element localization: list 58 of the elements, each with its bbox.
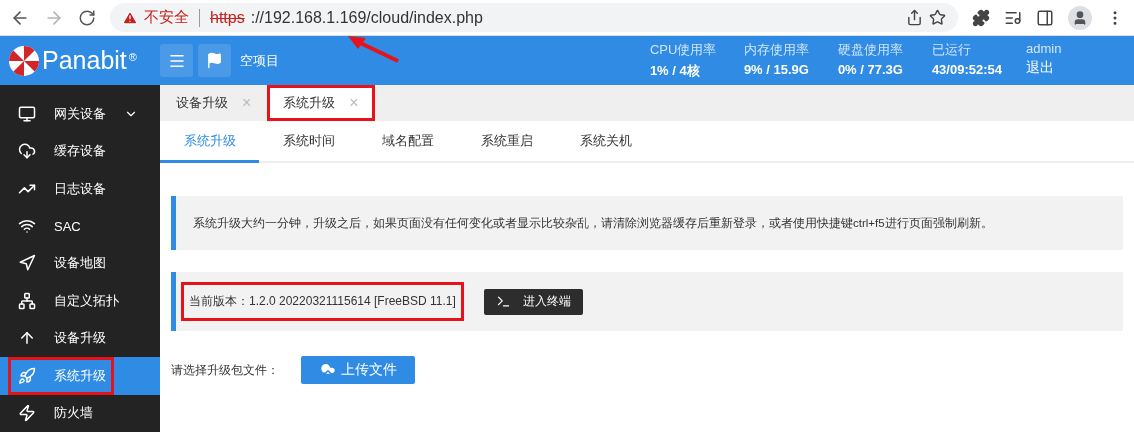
navigation-icon — [18, 254, 36, 273]
address-bar[interactable]: 不安全 https ://192.168.1.169/cloud/index.php — [110, 3, 958, 32]
stat-value: 9% / 15.9G — [743, 62, 810, 77]
stat-value: 43/09:52:54 — [931, 62, 1002, 77]
annotation-arrow — [346, 34, 402, 64]
logout-link[interactable]: 退出 — [1026, 59, 1096, 77]
upload-button[interactable]: 上传文件 — [301, 356, 415, 384]
stat-label: 内存使用率 — [743, 41, 810, 59]
logo-text: Panabit — [42, 46, 127, 75]
flag-button[interactable] — [198, 44, 231, 77]
url-scheme: https — [210, 8, 245, 27]
sidebar-item[interactable]: 缓存设备 — [0, 132, 160, 170]
cloud-download-icon — [18, 142, 36, 161]
warning-icon — [122, 9, 138, 26]
sidebar-item[interactable]: 自定义拓扑 — [0, 282, 160, 320]
sidebar-item[interactable]: 设备地图 — [0, 244, 160, 283]
sub-tab[interactable]: 域名配置 — [358, 121, 457, 163]
sub-tab[interactable]: 系统重启 — [457, 121, 556, 163]
url-text: ://192.168.1.169/cloud/index.php — [250, 8, 484, 27]
registered-mark: ® — [128, 50, 137, 63]
sub-tab[interactable]: 系统关机 — [556, 121, 655, 163]
sidebar-item[interactable]: 防火墙 — [0, 394, 160, 432]
stat-label: 硬盘使用率 — [837, 41, 904, 59]
security-label: 不安全 — [144, 8, 189, 27]
sub-tab[interactable]: 系统时间 — [259, 121, 358, 163]
reload-button[interactable] — [78, 8, 96, 27]
page-tab[interactable]: 系统升级 × — [267, 85, 375, 121]
sidebar-item[interactable]: 设备升级 — [0, 319, 160, 358]
sidebar-item[interactable]: 系统升级 — [0, 357, 160, 395]
sidebar-item[interactable]: 日志设备 — [0, 169, 160, 208]
flag-icon — [206, 52, 223, 69]
stat-value: 1% / 4核 — [649, 62, 701, 80]
puzzle-icon[interactable] — [972, 8, 990, 27]
upload-label: 请选择升级包文件： — [171, 361, 279, 379]
sidebar-item[interactable]: SAC — [0, 207, 160, 245]
notice-text: 系统升级大约一分钟，升级之后，如果页面没有任何变化或者显示比较杂乱，请清除浏览器缓存后重新登录，或者使用快捷键ctrl+f5进行页面强制刷新。 — [171, 196, 1123, 250]
version-text: 当前版本：1.2.0 20220321115614 [FreeBSD 11.1] — [181, 282, 464, 321]
project-label: 空项目 — [240, 51, 279, 70]
star-icon[interactable] — [929, 9, 946, 26]
network-icon — [18, 291, 36, 310]
monitor-icon — [18, 104, 36, 123]
stat-label: 已运行 — [931, 41, 972, 59]
terminal-icon — [495, 294, 511, 309]
profile-icon[interactable] — [1068, 5, 1092, 30]
wifi-icon — [18, 217, 36, 236]
menu-button[interactable] — [160, 44, 193, 77]
rocket-icon — [18, 366, 36, 385]
lightning-icon — [18, 404, 36, 423]
umbrella-logo-icon — [8, 44, 40, 77]
user-name: admin — [1026, 41, 1063, 56]
share-icon[interactable] — [906, 9, 923, 26]
page-tab[interactable]: 设备升级 × — [160, 85, 268, 121]
sidebar-item[interactable]: 网关设备 — [0, 95, 160, 133]
stat-label: CPU使用率 — [649, 41, 718, 59]
stat-value: 0% / 77.3G — [837, 62, 904, 77]
terminal-button[interactable]: 进入终端 — [483, 288, 583, 315]
side-panel-icon[interactable] — [1036, 8, 1054, 27]
sub-tab[interactable]: 系统升级 — [160, 121, 259, 163]
